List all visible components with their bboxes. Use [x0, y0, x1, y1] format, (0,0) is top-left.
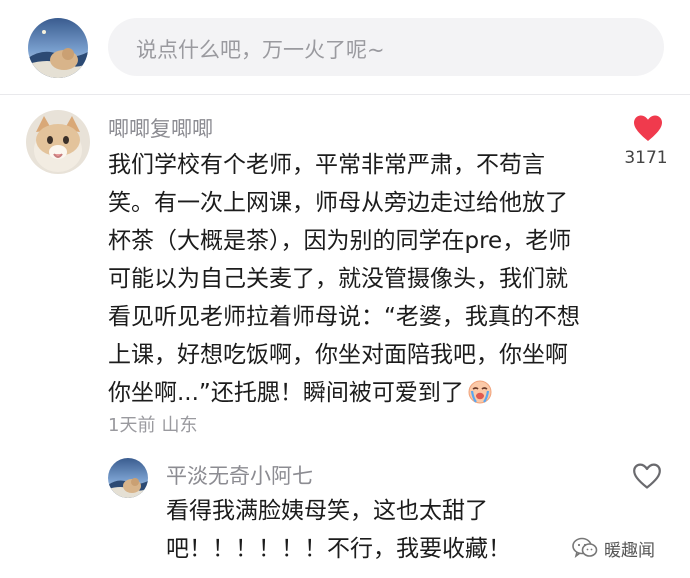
comment-line: 我们学校有个老师，平常非常严肃，不苟言 — [108, 152, 545, 178]
reply-like-button[interactable] — [632, 462, 664, 492]
crying-face-emoji — [468, 378, 492, 404]
comment-input-placeholder: 说点什么吧，万一火了呢~ — [136, 38, 385, 62]
divider — [0, 94, 690, 95]
heart-outline-icon — [633, 463, 661, 489]
reply-username[interactable]: 平淡无奇小阿七 — [166, 460, 313, 490]
comment-line: 上课，好想吃饭啊，你坐对面陪我吧，你坐啊 — [108, 342, 568, 368]
comments-page: 说点什么吧，万一火了呢~ 唧唧复唧唧 我们学校有个老师，平常非常严肃，不苟言 笑… — [0, 0, 690, 578]
next-comment-peek — [166, 568, 286, 578]
comment-body: 我们学校有个老师，平常非常严肃，不苟言 笑。有一次上网课，师母从旁边走过给他放了… — [108, 146, 608, 412]
comment-line: 看见听见老师拉着师母说：“老婆，我真的不想 — [108, 304, 580, 330]
reply-avatar[interactable] — [108, 458, 148, 498]
comment-line: 可能以为自己关麦了，就没管摄像头，我们就 — [108, 266, 568, 292]
like-button[interactable]: 3171 — [624, 114, 672, 176]
comment-location: 山东 — [161, 415, 198, 436]
comment-meta: 1天前 山东 — [108, 411, 197, 437]
heart-filled-icon — [634, 115, 662, 141]
comment-line: 笑。有一次上网课，师母从旁边走过给他放了 — [108, 190, 568, 216]
watermark-text: 暖趣闻 — [604, 540, 655, 561]
commenter-username[interactable]: 唧唧复唧唧 — [108, 113, 213, 143]
comment-time: 1天前 — [108, 415, 156, 436]
wechat-icon — [572, 537, 598, 558]
reply-body: 看得我满脸姨母笑，这也太甜了 吧！！！！！！不行，我要收藏！ — [166, 492, 586, 568]
comment-line: 杯茶（大概是茶），因为别的同学在pre，老师 — [108, 228, 572, 254]
comment-input[interactable]: 说点什么吧，万一火了呢~ — [108, 18, 664, 76]
comment-input-row: 说点什么吧，万一火了呢~ — [0, 0, 690, 92]
commenter-avatar[interactable] — [26, 110, 90, 174]
reply-line: 吧！！！！！！不行，我要收藏！ — [166, 536, 511, 562]
current-user-avatar[interactable] — [28, 18, 88, 78]
watermark: 暖趣闻 — [572, 534, 655, 562]
comment-line-text: 你坐啊...”还托腮！瞬间被可爱到了 — [108, 380, 464, 406]
comment-line-last: 你坐啊...”还托腮！瞬间被可爱到了 — [108, 374, 608, 412]
like-count: 3171 — [624, 148, 668, 168]
reply-line: 看得我满脸姨母笑，这也太甜了 — [166, 498, 488, 524]
